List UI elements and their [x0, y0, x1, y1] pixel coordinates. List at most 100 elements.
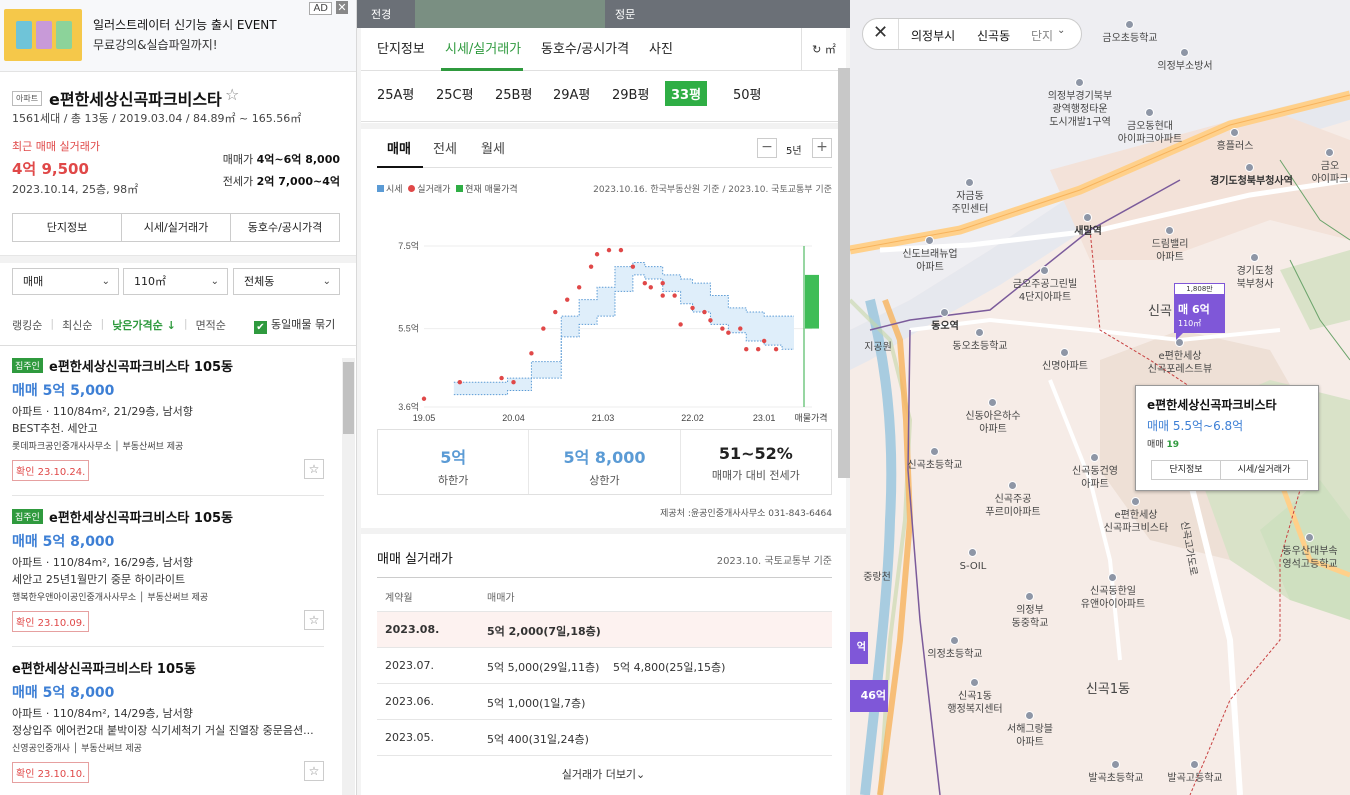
pyeong-tab[interactable]: 25C평 [430, 81, 480, 106]
map-place-label[interactable]: 경기도청북부청사역 [1210, 175, 1293, 188]
map-poi-icon[interactable] [950, 636, 959, 645]
ad-close-icon[interactable]: ✕ [336, 1, 348, 14]
map-poi-icon[interactable] [1060, 348, 1069, 357]
map-poi-icon[interactable] [1025, 592, 1034, 601]
tab-unit-price[interactable]: 동호수/공시가격 [541, 38, 629, 57]
map-poi-icon[interactable] [975, 328, 984, 337]
listing-item[interactable]: 집주인 e편한세상신곡파크비스타 105동 매매 5억 5,000 아파트 · … [0, 346, 340, 496]
map-poi-icon[interactable] [1245, 163, 1254, 172]
region-city[interactable]: 의정부시 [911, 27, 955, 44]
pyeong-tab[interactable]: 25A평 [371, 81, 420, 106]
map-poi-icon[interactable] [988, 398, 997, 407]
map-place-label[interactable]: 드림밸리 아파트 [1130, 238, 1210, 264]
map-poi-icon[interactable] [965, 178, 974, 187]
map-place-label[interactable]: e편한세상 신곡포레스트뷰 [1140, 350, 1220, 376]
tab-photos[interactable]: 사진 [649, 38, 673, 57]
map-poi-icon[interactable] [1075, 78, 1084, 87]
bookmark-star-icon[interactable]: ☆ [304, 761, 324, 781]
map-place-label[interactable]: 동오역 [905, 320, 985, 333]
map-place-label[interactable]: 경기도청 북부청사 [1215, 265, 1295, 291]
price-button[interactable]: 시세/실거래가 [122, 214, 231, 241]
map-poi-icon[interactable] [925, 236, 934, 245]
map-poi-icon[interactable] [1090, 453, 1099, 462]
period-minus-button[interactable]: − [757, 138, 777, 158]
map-poi-icon[interactable] [1250, 253, 1259, 262]
map-poi-icon[interactable] [1325, 148, 1334, 157]
map-poi-icon[interactable] [1180, 48, 1189, 57]
period-plus-button[interactable]: + [812, 138, 832, 158]
area-select[interactable]: 110㎡ ⌄ [123, 268, 228, 295]
complex-info-button[interactable]: 단지정보 [13, 214, 122, 241]
pyeong-tab[interactable]: 29A평 [547, 81, 596, 106]
map-place-label[interactable]: 서해그랑블 아파트 [990, 723, 1070, 749]
pyeong-tab[interactable]: 25B평 [489, 81, 538, 106]
listing-list[interactable]: 집주인 e편한세상신곡파크비스타 105동 매매 5억 5,000 아파트 · … [0, 345, 356, 795]
sort-low-price[interactable]: 낮은가격순 ↓ [112, 317, 176, 333]
map-place-label[interactable]: 새말역 [1048, 225, 1128, 238]
list-scrollbar[interactable] [342, 358, 355, 795]
map-place-label[interactable]: 발곡초등학교 [1076, 772, 1156, 785]
map-poi-icon[interactable] [1025, 711, 1034, 720]
deal-tab-jeonse[interactable]: 전세 [433, 138, 457, 157]
region-complex[interactable]: 단지 [1031, 27, 1053, 44]
deal-tab-monthly[interactable]: 월세 [481, 138, 505, 157]
map-place-label[interactable]: 자금동 주민센터 [930, 190, 1010, 216]
pyeong-tab[interactable]: 29B평 [606, 81, 655, 106]
map-poi-icon[interactable] [1125, 20, 1134, 29]
map-place-label[interactable]: 신곡동한일 유앤아이아파트 [1073, 585, 1153, 611]
tab-price[interactable]: 시세/실거래가 [445, 38, 521, 57]
map-place-label[interactable]: 의정부 동중학교 [990, 604, 1070, 630]
popup-price-button[interactable]: 시세/실거래가 [1220, 460, 1308, 480]
map-poi-icon[interactable] [940, 308, 949, 317]
map-poi-icon[interactable] [1165, 226, 1174, 235]
partial-price-marker[interactable]: 46억 [850, 680, 888, 712]
map-place-label[interactable]: e편한세상 신곡파크비스타 [1096, 509, 1176, 535]
map-place-label[interactable]: 금오초등학교 [1090, 32, 1170, 45]
map-poi-icon[interactable] [1131, 497, 1140, 506]
map-place-label[interactable]: 신곡초등학교 [895, 459, 975, 472]
map-place-label[interactable]: 신명아파트 [1025, 360, 1105, 373]
map-poi-icon[interactable] [1305, 533, 1314, 542]
map-poi-icon[interactable] [930, 447, 939, 456]
map-place-label[interactable]: S-OIL [933, 560, 1013, 573]
street-view-strip[interactable]: 전경 정문 [357, 0, 850, 28]
map-view[interactable]: ✕ 의정부시 신곡동 단지 ⌄ 금오초등학교 의정부소방서 의정부경기북부 광역행정… [850, 0, 1350, 795]
popup-complex-info-button[interactable]: 단지정보 [1151, 460, 1221, 480]
listing-item[interactable]: 집주인 e편한세상신곡파크비스타 105동 매매 5억 8,000 아파트 · … [0, 497, 340, 647]
complex-price-marker[interactable]: 1,808만 매 6억 110㎡ [1174, 283, 1225, 340]
bookmark-star-icon[interactable]: ☆ [304, 459, 324, 479]
ad-banner[interactable]: 일러스트레이터 신기능 출시 EVENT 무료강의&실습파일까지! AD ✕ [0, 0, 356, 72]
map-place-label[interactable]: 의정초등학교 [915, 648, 995, 661]
map-poi-icon[interactable] [1108, 573, 1117, 582]
region-dong[interactable]: 신곡동 [977, 27, 1010, 44]
map-place-label[interactable]: 동우산대부속 영석고등학교 [1270, 545, 1350, 571]
pyeong-tab[interactable]: 50평 [727, 81, 768, 106]
map-poi-icon[interactable] [1111, 760, 1120, 769]
more-trades-link[interactable]: 실거래가 더보기⌄ [361, 766, 846, 782]
chevron-down-icon[interactable]: ⌄ [1057, 25, 1071, 39]
map-place-label[interactable]: 신곡주공 푸르미아파트 [973, 493, 1053, 519]
tab-complex-info[interactable]: 단지정보 [377, 38, 425, 57]
dong-select[interactable]: 전체동 ⌄ [233, 268, 340, 295]
sort-ranking[interactable]: 랭킹순 [12, 317, 42, 333]
unit-toggle-button[interactable]: ↻ ㎡ [801, 28, 846, 71]
map-poi-icon[interactable] [1190, 760, 1199, 769]
pyeong-tab-active[interactable]: 33평 [665, 81, 708, 106]
listing-item[interactable]: e편한세상신곡파크비스타 105동 매매 5억 8,000 아파트 · 110/… [0, 648, 340, 795]
panel-scrollbar[interactable] [838, 68, 850, 478]
map-place-label[interactable]: 신곡1동 [1068, 683, 1148, 696]
map-place-label[interactable]: 지공원 [850, 341, 918, 354]
sort-area[interactable]: 면적순 [196, 317, 226, 333]
deal-tab-sale[interactable]: 매매 [387, 138, 411, 157]
favorite-star-icon[interactable]: ☆ [225, 85, 239, 104]
map-poi-icon[interactable] [970, 678, 979, 687]
sort-latest[interactable]: 최신순 [62, 317, 92, 333]
map-place-label[interactable]: 발곡고등학교 [1155, 772, 1235, 785]
map-poi-icon[interactable] [1008, 481, 1017, 490]
bookmark-star-icon[interactable]: ☆ [304, 610, 324, 630]
map-place-label[interactable]: 금오 아이파크 [1290, 160, 1350, 186]
map-poi-icon[interactable] [1145, 108, 1154, 117]
partial-price-marker[interactable]: 억 [850, 632, 868, 664]
map-place-label[interactable]: 신도브래뉴업 아파트 [890, 248, 970, 274]
map-place-label[interactable]: 신곡1동 행정복지센터 [935, 690, 1015, 716]
